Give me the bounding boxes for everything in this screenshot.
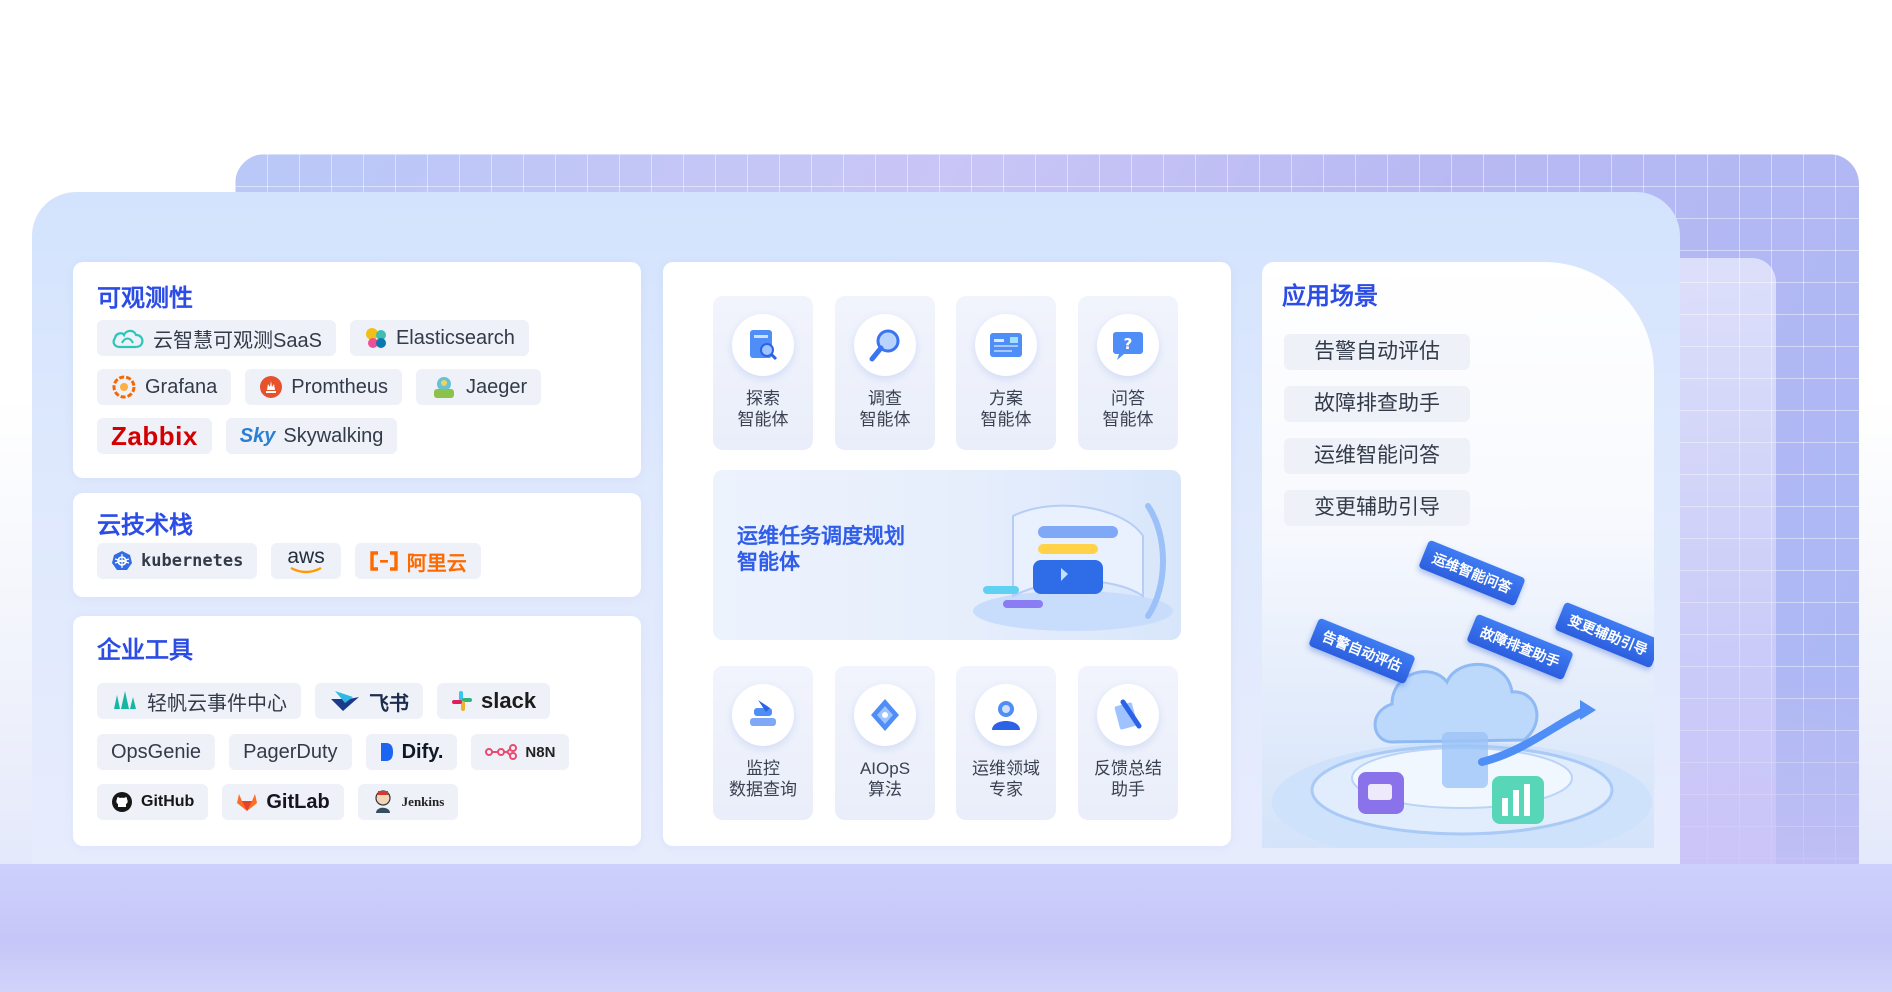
agent-monitor-line2: 数据查询 [729, 780, 797, 799]
skywalking-icon: Sky [239, 424, 276, 447]
monitor-query-icon [732, 684, 794, 746]
agent-explore-line1: 探索 [746, 389, 780, 408]
agent-investigate[interactable]: 调查 智能体 [835, 296, 935, 450]
integration-chip-qingfan[interactable]: 轻帆云事件中心 [97, 683, 301, 719]
integration-chip-skywalking[interactable]: Sky Skywalking [225, 418, 398, 454]
gitlab-icon [236, 792, 258, 812]
grafana-icon [111, 374, 137, 400]
aiops-icon [854, 684, 916, 746]
cloud-stack-title: 云技术栈 [97, 512, 193, 539]
integration-chip-aliyun[interactable]: 阿里云 [354, 543, 481, 579]
integration-chip-grafana[interactable]: Grafana [97, 369, 232, 405]
jaeger-icon [430, 374, 458, 400]
cloud-icon [111, 327, 145, 349]
agent-qa-line1: 问答 [1111, 389, 1145, 408]
agent-plan[interactable]: 方案 智能体 [956, 296, 1056, 450]
aws-smile-icon [290, 566, 322, 574]
explore-icon [732, 314, 794, 376]
aws-logo: aws [287, 545, 325, 568]
scenario-item[interactable]: 告警自动评估 [1284, 334, 1470, 370]
elasticsearch-icon [364, 326, 388, 350]
agent-expert[interactable]: 运维领域 专家 [956, 666, 1056, 820]
kubernetes-icon [111, 550, 133, 572]
observability-card: 可观测性 云智慧可观测SaaS Elasticsearch Grafana Pr [73, 262, 641, 478]
agent-feedback-line2: 助手 [1111, 780, 1145, 799]
investigate-icon [854, 314, 916, 376]
agent-monitor-query[interactable]: 监控 数据查询 [713, 666, 813, 820]
zabbix-logo: Zabbix [111, 420, 198, 451]
integration-chip-feishu[interactable]: 飞书 [315, 683, 423, 719]
agent-expert-line2: 专家 [989, 780, 1023, 799]
feedback-icon [1097, 684, 1159, 746]
integration-chip-zabbix[interactable]: Zabbix [97, 418, 212, 454]
agent-monitor-line1: 监控 [746, 759, 780, 778]
qa-icon: ? [1097, 314, 1159, 376]
integration-chip-pagerduty[interactable]: PagerDuty [229, 734, 352, 770]
agent-aiops[interactable]: AIOpS 算法 [835, 666, 935, 820]
scenario-item[interactable]: 变更辅助引导 [1284, 490, 1470, 526]
integration-chip-gitlab[interactable]: GitLab [222, 784, 344, 820]
integration-chip-n8n[interactable]: N8N [471, 734, 570, 770]
n8n-icon [485, 744, 518, 760]
agent-aiops-line2: 算法 [868, 780, 902, 799]
aliyun-icon [369, 550, 399, 572]
integration-chip-jenkins[interactable]: Jenkins [357, 784, 459, 820]
integration-chip-prometheus[interactable]: Promtheus [245, 369, 402, 405]
dify-icon [380, 741, 394, 763]
feishu-icon [329, 689, 361, 713]
agent-qa-line2: 智能体 [1102, 410, 1154, 429]
scheduling-illustration-icon [973, 503, 1173, 631]
integration-chip-slack[interactable]: slack [437, 683, 551, 719]
expert-icon [975, 684, 1037, 746]
integration-chip-github[interactable]: GitHub [97, 784, 209, 820]
bottom-band [0, 864, 1892, 992]
banner-title-line1: 运维任务调度规划 [737, 525, 905, 548]
integration-chip-jaeger[interactable]: Jaeger [415, 369, 542, 405]
agent-investigate-line2: 智能体 [859, 410, 911, 429]
slack-icon [451, 690, 473, 712]
prometheus-icon [259, 375, 283, 399]
agent-feedback-line1: 反馈总结 [1094, 759, 1162, 778]
agent-plan-line2: 智能体 [980, 410, 1032, 429]
scenarios-card: 应用场景 告警自动评估 故障排查助手 运维智能问答 变更辅助引导 运维智能问答 … [1262, 262, 1654, 848]
cloud-platform-illustration [1272, 662, 1652, 848]
observability-title: 可观测性 [97, 285, 193, 312]
github-icon [111, 791, 133, 813]
task-scheduling-agent-banner[interactable]: 运维任务调度规划 智能体 [713, 470, 1181, 640]
integration-chip-opsgenie[interactable]: OpsGenie [97, 734, 216, 770]
agent-aiops-line1: AIOpS [859, 759, 911, 778]
integration-chip-cloudwise[interactable]: 云智慧可观测SaaS [97, 320, 336, 356]
plan-icon [975, 314, 1037, 376]
svg-text:?: ? [1124, 335, 1133, 353]
agent-explore-line2: 智能体 [737, 410, 789, 429]
scenario-item[interactable]: 故障排查助手 [1284, 386, 1470, 422]
agent-plan-line1: 方案 [989, 389, 1023, 408]
agent-investigate-line1: 调查 [868, 389, 902, 408]
integration-chip-elasticsearch[interactable]: Elasticsearch [349, 320, 529, 356]
cloud-stack-card: 云技术栈 kubernetes aws 阿里云 [73, 493, 641, 597]
agent-qa[interactable]: ? 问答 智能体 [1078, 296, 1178, 450]
integration-chip-dify[interactable]: Dify. [365, 734, 458, 770]
qingfan-icon [111, 689, 139, 713]
banner-title-line2: 智能体 [737, 551, 800, 574]
enterprise-tools-card: 企业工具 轻帆云事件中心 飞书 slack OpsGenie PagerDuty [73, 616, 641, 846]
agent-explore[interactable]: 探索 智能体 [713, 296, 813, 450]
agent-expert-line1: 运维领域 [972, 759, 1040, 778]
integration-chip-aws[interactable]: aws [271, 543, 341, 579]
scenarios-title: 应用场景 [1282, 283, 1378, 310]
scenario-item[interactable]: 运维智能问答 [1284, 438, 1470, 474]
agent-feedback[interactable]: 反馈总结 助手 [1078, 666, 1178, 820]
enterprise-tools-title: 企业工具 [97, 637, 193, 664]
integration-chip-kubernetes[interactable]: kubernetes [97, 543, 258, 579]
agents-card: 探索 智能体 调查 智能体 方案 智能体 ? 问答 智能体 运维任务调度规划 智… [663, 262, 1231, 846]
jenkins-icon [372, 789, 394, 815]
